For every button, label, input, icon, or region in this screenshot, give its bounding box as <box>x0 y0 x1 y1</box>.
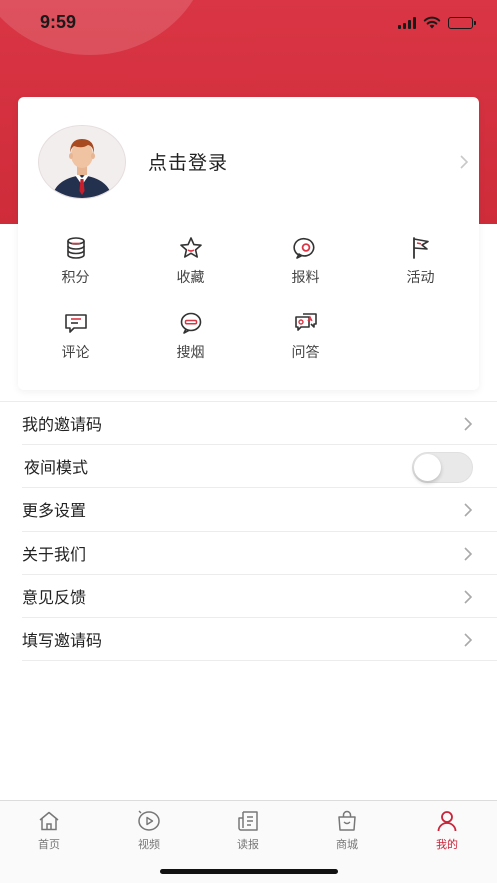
menu-feedback[interactable]: 意见反馈 <box>22 575 497 618</box>
menu-label: 夜间模式 <box>24 458 89 478</box>
feature-comments[interactable]: 评论 <box>18 310 133 362</box>
wifi-icon <box>423 16 441 29</box>
avatar[interactable] <box>38 125 126 199</box>
star-icon <box>179 237 202 258</box>
home-indicator[interactable] <box>160 869 338 874</box>
tab-video[interactable]: 视频 <box>119 809 179 852</box>
comment-icon <box>64 314 87 333</box>
battery-icon <box>448 16 476 29</box>
settings-menu: 我的邀请码 夜间模式 更多设置 关于我们 意见反馈 填写邀请码 <box>0 401 497 662</box>
chevron-right-icon[interactable] <box>459 154 469 170</box>
tab-label: 读报 <box>237 838 259 851</box>
video-icon <box>138 810 160 831</box>
qa-icon <box>294 313 317 331</box>
chevron-right-icon <box>464 503 473 517</box>
tab-label: 视频 <box>138 838 160 851</box>
flag-icon <box>412 237 429 259</box>
chevron-right-icon <box>464 590 473 604</box>
feature-report[interactable]: 报料 <box>248 235 363 287</box>
menu-label: 填写邀请码 <box>22 631 103 651</box>
chevron-right-icon <box>464 417 473 431</box>
status-time: 9:59 <box>40 12 77 32</box>
tab-newspaper[interactable]: 读报 <box>218 809 278 852</box>
search-bubble-icon <box>180 312 201 334</box>
toggle-knob <box>414 454 441 482</box>
feature-favorites[interactable]: 收藏 <box>133 235 248 287</box>
my-page-screen: 9:59 点击登录 积分 收藏 报料 活动 评论 搜烟 问答 我的邀请码 夜间模… <box>0 0 497 883</box>
feature-label: 问答 <box>291 345 320 361</box>
cellular-signal-icon <box>398 16 416 29</box>
tab-label: 我的 <box>436 838 458 851</box>
shopping-bag-icon <box>338 810 356 831</box>
feature-label: 活动 <box>406 270 435 286</box>
database-icon <box>66 237 85 259</box>
profile-card: 点击登录 积分 收藏 报料 活动 评论 搜烟 问答 <box>18 97 479 390</box>
chat-eye-icon <box>292 237 314 259</box>
menu-label: 意见反馈 <box>22 587 87 607</box>
night-mode-toggle[interactable] <box>412 452 473 484</box>
newspaper-icon <box>238 811 258 831</box>
home-icon <box>39 811 59 831</box>
menu-more-settings[interactable]: 更多设置 <box>22 488 497 532</box>
login-prompt[interactable]: 点击登录 <box>148 148 228 175</box>
feature-search-smoke[interactable]: 搜烟 <box>133 310 248 362</box>
menu-label: 我的邀请码 <box>22 415 103 435</box>
menu-about-us[interactable]: 关于我们 <box>22 532 497 575</box>
tab-me[interactable]: 我的 <box>417 809 477 852</box>
feature-label: 报料 <box>291 270 320 286</box>
menu-my-invite-code[interactable]: 我的邀请码 <box>22 402 497 446</box>
menu-label: 更多设置 <box>22 501 87 521</box>
menu-label: 关于我们 <box>22 544 87 564</box>
feature-label: 评论 <box>61 345 90 361</box>
status-icons <box>398 16 476 29</box>
menu-enter-invite-code[interactable]: 填写邀请码 <box>22 618 497 662</box>
chevron-right-icon <box>464 633 473 647</box>
feature-events[interactable]: 活动 <box>363 235 478 287</box>
tab-home[interactable]: 首页 <box>19 809 79 852</box>
feature-label: 积分 <box>61 270 90 286</box>
tab-label: 商城 <box>336 838 358 851</box>
feature-label: 搜烟 <box>176 345 205 361</box>
feature-label: 收藏 <box>176 270 205 286</box>
feature-qa[interactable]: 问答 <box>248 310 363 362</box>
status-bar: 9:59 <box>0 0 497 46</box>
tab-mall[interactable]: 商城 <box>317 809 377 852</box>
tab-label: 首页 <box>38 838 60 851</box>
user-icon <box>437 811 457 832</box>
menu-night-mode: 夜间模式 <box>22 445 497 489</box>
chevron-right-icon <box>464 546 473 561</box>
feature-points[interactable]: 积分 <box>18 235 133 287</box>
